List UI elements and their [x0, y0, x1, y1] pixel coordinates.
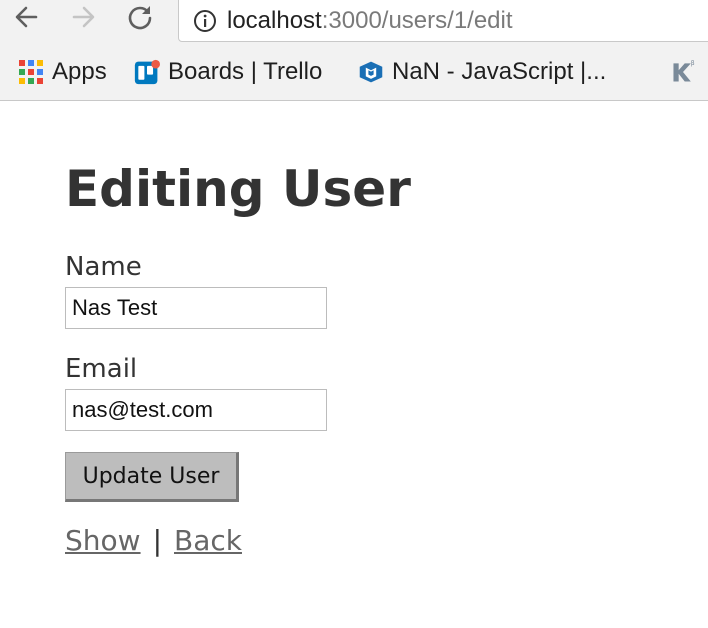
- link-separator: |: [152, 524, 162, 557]
- browser-chrome: localhost:3000/users/1/edit Apps Boards …: [0, 0, 708, 101]
- bookmark-k[interactable]: β: [670, 52, 704, 92]
- url-host: localhost: [227, 7, 322, 34]
- update-user-button[interactable]: Update User: [65, 452, 239, 502]
- page-title: Editing User: [65, 160, 411, 218]
- back-icon[interactable]: [8, 0, 44, 34]
- apps-grid-icon: [18, 59, 44, 85]
- k-icon: β: [670, 59, 696, 85]
- back-link[interactable]: Back: [174, 524, 242, 557]
- bookmark-apps[interactable]: Apps: [18, 52, 107, 92]
- nan-icon: [358, 59, 384, 85]
- email-label: Email: [65, 354, 138, 384]
- browser-toolbar: localhost:3000/users/1/edit: [0, 0, 708, 44]
- show-link[interactable]: Show: [65, 524, 141, 557]
- bookmark-label: Boards | Trello: [168, 58, 323, 85]
- info-icon[interactable]: [193, 9, 217, 33]
- name-field[interactable]: [65, 287, 327, 329]
- email-field[interactable]: [65, 389, 327, 431]
- name-label: Name: [65, 252, 142, 282]
- bookmarks-bar: Apps Boards | Trello NaN - JavaScript |.…: [0, 52, 708, 92]
- trello-icon: [134, 59, 160, 85]
- address-bar[interactable]: localhost:3000/users/1/edit: [178, 0, 708, 42]
- reload-icon[interactable]: [122, 0, 158, 34]
- bookmark-label: NaN - JavaScript |...: [392, 58, 607, 85]
- svg-text:β: β: [691, 60, 695, 67]
- url-text: localhost:3000/users/1/edit: [227, 7, 513, 35]
- forward-icon[interactable]: [66, 0, 102, 34]
- bookmark-label: Apps: [52, 58, 107, 85]
- url-path: :3000/users/1/edit: [321, 7, 513, 34]
- bookmark-nan-javascript[interactable]: NaN - JavaScript |...: [358, 52, 606, 92]
- bookmark-trello[interactable]: Boards | Trello: [134, 52, 322, 92]
- action-links: Show | Back: [65, 524, 242, 557]
